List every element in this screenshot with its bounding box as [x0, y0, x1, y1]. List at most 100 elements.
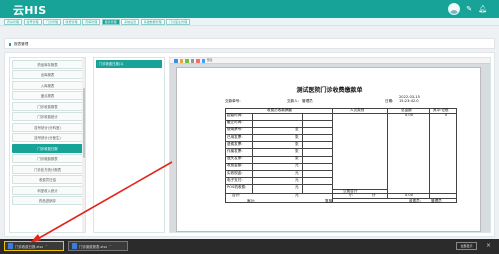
excel-file-icon — [72, 243, 77, 249]
sidebar-item[interactable]: 门诊处方统计报表 — [12, 164, 83, 174]
report-row-value: 元 — [295, 177, 299, 182]
report-row-label: 已用发票: — [227, 134, 243, 139]
module-tab[interactable]: 收费管理 — [62, 19, 81, 25]
scrollbar-thumb[interactable] — [82, 88, 85, 158]
chevron-up-icon[interactable]: ^ — [109, 244, 112, 248]
cashier-label: 收费员: — [409, 199, 421, 203]
preview-toolbar: 预览 — [170, 58, 490, 64]
review-label: 审计: — [247, 199, 256, 203]
close-icon[interactable]: × — [486, 242, 491, 249]
report-row-label: 电子支付: — [227, 177, 243, 182]
download-bar: 门诊收费日报.xlsx ^ 门诊缴费报表.xlsx ^ 全部显示 × — [0, 239, 499, 254]
payer-value: 管理员 — [302, 99, 313, 103]
app-logo: 云HIS — [13, 4, 47, 17]
report-row-label: 遗失发票: — [227, 156, 243, 161]
bell-icon[interactable]: 🔔︎ — [478, 4, 487, 14]
subtotal-value: 0.00 — [405, 193, 414, 197]
sidebar-item[interactable]: 药品库存报表 — [12, 59, 83, 69]
total-other: 0 — [445, 113, 448, 117]
report-row-value: 至 — [295, 127, 299, 132]
report-sidebar: 药品库存报表 出库报表 入库报表 盘点报表 门诊收费报表 门诊收费统计 挂号统计(分科室) 挂… — [9, 57, 86, 233]
sidebar-item[interactable]: 入库报表 — [12, 80, 83, 90]
sidebar-item[interactable]: 挂号统计(分科室) — [12, 122, 83, 132]
toolbar-button-icon[interactable] — [179, 59, 183, 63]
toolbar-button-icon[interactable] — [196, 59, 200, 63]
report-row-label: 退费发票: — [227, 141, 243, 146]
sidebar-item[interactable]: 盘点报表 — [12, 91, 83, 100]
payer-label: 交款人: — [287, 99, 299, 103]
report-row-value: 元 — [295, 185, 299, 189]
module-tab[interactable]: 基础数据管理 — [140, 19, 165, 25]
app-header: 云HIS ✎ 🔔︎ — [0, 0, 499, 18]
trade-no-label: 交款单号: — [225, 99, 241, 103]
module-tab[interactable]: 挂号管理 — [23, 19, 42, 25]
report-row-label: 作废发票: — [227, 149, 243, 153]
module-tab[interactable]: 门诊医生管理 — [166, 19, 191, 25]
sidebar-scrollbar[interactable] — [82, 58, 85, 232]
module-tab[interactable]: 报表管理 — [101, 19, 120, 25]
subtotal-label-2: 计 — [372, 193, 376, 197]
sidebar-item[interactable]: 收费员日结 — [12, 175, 83, 184]
subtotal-label: 小 — [349, 193, 353, 197]
toolbar-button-icon[interactable] — [174, 59, 178, 63]
module-tab[interactable]: 药房管理 — [4, 19, 23, 25]
report-row-label: 收费金额: — [227, 163, 243, 168]
chevron-up-icon[interactable]: ^ — [45, 244, 48, 248]
report-title: 测试医院门诊收费缴款单 — [296, 87, 363, 94]
download-filename: 门诊缴费报表.xlsx — [79, 244, 108, 249]
excel-file-icon — [8, 243, 13, 249]
module-tab[interactable]: 药库管理 — [82, 19, 101, 25]
report-row-value: 张 — [295, 141, 299, 146]
download-item-2[interactable]: 门诊缴费报表.xlsx ^ — [68, 241, 128, 251]
date-value: 2022-03-15 15:23:42.0 — [399, 95, 420, 104]
title-marker — [9, 43, 11, 46]
report-preview: 预览 测试医院门诊收费缴款单 交款单号: 交款人: 管理员 日期: 2022-0… — [169, 57, 491, 233]
module-tab[interactable]: 系统设置 — [121, 19, 140, 25]
report-row-value: 张 — [295, 149, 299, 153]
sum-label: 合计: — [232, 193, 241, 197]
page-title: 报表管理 — [14, 42, 29, 46]
header-actions: ✎ 🔔︎ — [448, 3, 487, 15]
toolbar-button-icon[interactable] — [190, 59, 194, 63]
report-row-label: 实收现金: — [227, 170, 243, 175]
col-summary: 收费员收款摘要 — [267, 108, 293, 112]
pencil-icon[interactable]: ✎ — [466, 4, 472, 14]
module-tab[interactable]: 门诊管理 — [43, 19, 62, 25]
sum-unit: 元 — [295, 193, 299, 197]
reviewer-label: 复核: — [325, 199, 334, 203]
toolbar-button-icon[interactable] — [201, 59, 205, 63]
date-label: 日期: — [385, 99, 394, 103]
sidebar-item[interactable]: 出库报表 — [12, 70, 83, 79]
report-paper: 测试医院门诊收费缴款单 交款单号: 交款人: 管理员 日期: 2022-03-1… — [176, 67, 481, 232]
sidebar-item[interactable]: 门诊缴费报表 — [12, 154, 83, 163]
report-row-value: 张 — [295, 156, 299, 161]
col-person-type: 人员类别 — [350, 108, 365, 112]
report-row-label: POS机收费: — [227, 185, 247, 189]
report-row-value: 张 — [295, 134, 299, 139]
report-file-item[interactable]: 门诊收费日报(1) — [96, 60, 162, 68]
avatar-icon[interactable] — [448, 3, 461, 15]
report-row-value: 元 — [295, 170, 299, 175]
report-row-label: 起始时间: — [227, 113, 243, 117]
sidebar-item[interactable]: 门诊收费日报 — [12, 143, 83, 153]
report-row-label: 使用票号: — [227, 127, 243, 132]
total-value: 0.00 — [405, 113, 414, 117]
toolbar-button-icon[interactable] — [185, 59, 189, 63]
sidebar-item[interactable]: 药品进销存 — [12, 196, 83, 205]
sidebar-item[interactable]: 挂号统计(分医生) — [12, 133, 83, 142]
sidebar-item[interactable]: 门诊收费统计 — [12, 112, 83, 121]
sidebar-item[interactable]: 门诊收费报表 — [12, 101, 83, 111]
download-item-1[interactable]: 门诊收费日报.xlsx ^ — [4, 241, 64, 251]
toolbar-label: 预览 — [207, 58, 213, 63]
sidebar-item[interactable]: 科室收入统计 — [12, 185, 83, 195]
cashier-value: 管理员 — [431, 199, 442, 203]
main-panel: 药品库存报表 出库报表 入库报表 盘点报表 门诊收费报表 门诊收费统计 挂号统计(分科室) 挂… — [4, 52, 495, 237]
download-filename: 门诊收费日报.xlsx — [15, 244, 44, 249]
page-header: 报表管理 — [4, 38, 495, 49]
report-file-list: 门诊收费日报(1) — [93, 57, 165, 233]
report-row-label: 截止时间: — [227, 120, 243, 125]
module-tabs: 药房管理 挂号管理 门诊管理 收费管理 药库管理 报表管理 系统设置 基础数据管理 门诊医生管理 — [4, 19, 191, 25]
report-row-value: 元 — [295, 163, 299, 168]
show-all-button[interactable]: 全部显示 — [456, 242, 477, 250]
module-nav: 药房管理 挂号管理 门诊管理 收费管理 药库管理 报表管理 系统设置 基础数据管理 门诊医生管理 — [0, 18, 499, 26]
